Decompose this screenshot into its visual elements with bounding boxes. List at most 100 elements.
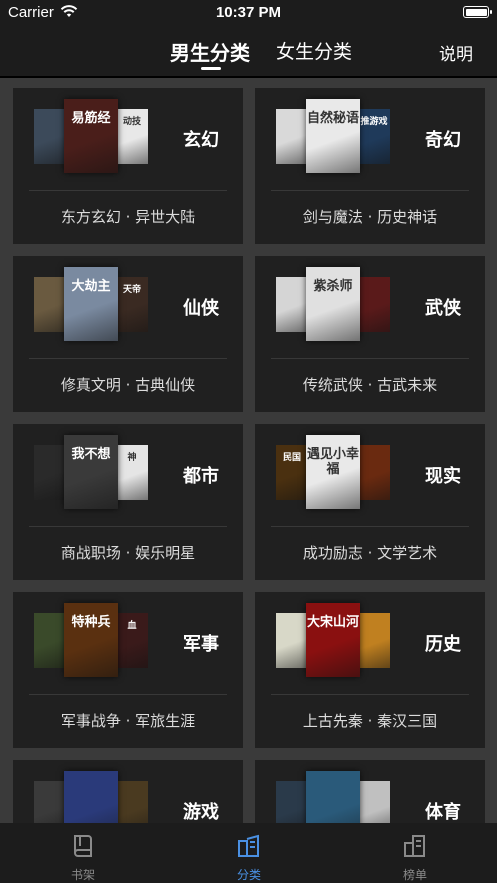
category-card[interactable]: 动技 易筋经 玄幻 东方玄幻 · 异世大陆	[13, 88, 243, 244]
book-cover: 神	[116, 445, 148, 500]
book-covers: 神 我不想	[34, 435, 148, 513]
tab-male-categories[interactable]: 男生分类	[170, 37, 250, 66]
bottom-tab-bar: 书架 分类 榜单	[0, 823, 497, 883]
category-name: 都市	[183, 466, 219, 487]
category-name: 奇幻	[425, 130, 461, 151]
category-card[interactable]: 紫杀师武侠传统武侠 · 古武未来	[255, 256, 485, 412]
book-cover	[358, 445, 390, 500]
book-covers	[276, 771, 390, 823]
book-cover	[358, 277, 390, 332]
category-subtitle: 商战职场 · 娱乐明星	[60, 544, 196, 562]
book-cover: 易筋经	[64, 99, 118, 173]
tab-female-categories[interactable]: 女生分类	[276, 37, 352, 64]
category-card[interactable]: 天帝 大劫主 仙侠 修真文明 · 古典仙侠	[13, 256, 243, 412]
card-divider	[271, 358, 469, 359]
book-cover: 天帝	[116, 277, 148, 332]
book-covers: 民国 遇见小幸福	[276, 435, 390, 513]
book-cover: 特种兵	[64, 603, 118, 677]
book-cover	[358, 613, 390, 668]
category-name: 体育	[425, 802, 461, 823]
category-name: 玄幻	[183, 130, 219, 151]
card-divider	[271, 694, 469, 695]
book-cover	[64, 771, 118, 823]
book-cover-title: 民国	[282, 453, 301, 463]
tab-bookshelf[interactable]: 书架	[0, 823, 166, 883]
category-subtitle: 修真文明 · 古典仙侠	[60, 376, 196, 394]
category-subtitle: 东方玄幻 · 异世大陆	[60, 208, 196, 226]
card-divider	[29, 526, 227, 527]
card-divider	[271, 526, 469, 527]
status-bar: Carrier 10:37 PM	[0, 0, 497, 26]
book-cover: 大劫主	[64, 267, 118, 341]
tab-category-label: 分类	[236, 868, 261, 882]
category-icon	[238, 834, 259, 857]
category-card[interactable]: 大宋山河 历史 上古先秦 · 秦汉三国	[255, 592, 485, 748]
tab-category[interactable]: 分类	[166, 823, 332, 883]
bookshelf-icon	[74, 835, 92, 857]
book-cover	[34, 109, 66, 164]
book-cover	[34, 781, 66, 823]
category-subtitle: 传统武侠 · 古武未来	[302, 376, 438, 394]
book-cover	[116, 781, 148, 823]
book-cover: 推游戏	[358, 109, 390, 164]
category-name: 现实	[425, 466, 461, 487]
battery-icon	[463, 6, 492, 18]
book-cover: 民国	[276, 445, 308, 500]
category-subtitle: 军事战争 · 军旅生涯	[60, 712, 196, 730]
book-cover: 动技	[116, 109, 148, 164]
book-cover	[276, 277, 308, 332]
book-cover	[358, 781, 390, 823]
clock: 10:37 PM	[215, 4, 282, 21]
tab-ranking-label: 榜单	[402, 868, 427, 882]
book-cover-title: 特种兵	[71, 615, 111, 630]
category-name: 游戏	[183, 802, 219, 823]
category-card[interactable]: 民国 遇见小幸福 现实 成功励志 · 文学艺术	[255, 424, 485, 580]
category-card[interactable]: 推游戏 自然秘语奇幻剑与魔法 · 历史神话	[255, 88, 485, 244]
category-card[interactable]: 血 特种兵 军事 军事战争 · 军旅生涯	[13, 592, 243, 748]
help-button[interactable]: 说明	[439, 40, 473, 65]
book-cover-title: 神	[127, 453, 137, 463]
book-cover	[34, 445, 66, 500]
tab-ranking[interactable]: 榜单	[332, 823, 497, 883]
book-cover-title: 遇见小幸福	[306, 447, 359, 477]
category-name: 武侠	[425, 298, 461, 319]
card-divider	[29, 358, 227, 359]
card-divider	[271, 190, 469, 191]
book-cover	[276, 109, 308, 164]
category-subtitle: 成功励志 · 文学艺术	[302, 544, 438, 562]
book-covers: 大宋山河	[276, 603, 390, 681]
book-covers	[34, 771, 148, 823]
book-cover: 遇见小幸福	[306, 435, 360, 509]
book-cover-title: 自然秘语	[306, 111, 359, 126]
card-divider	[29, 694, 227, 695]
nav-bar: 男生分类 女生分类 说明	[0, 26, 497, 76]
category-card[interactable]: 体育	[255, 760, 485, 823]
book-cover	[276, 781, 308, 823]
category-card[interactable]: 神 我不想 都市 商战职场 · 娱乐明星	[13, 424, 243, 580]
book-covers: 紫杀师	[276, 267, 390, 345]
book-covers: 天帝 大劫主	[34, 267, 148, 345]
book-cover: 大宋山河	[306, 603, 360, 677]
book-cover-title: 动技	[122, 117, 141, 127]
book-cover	[276, 613, 308, 668]
book-cover-title: 大宋山河	[306, 615, 359, 630]
category-subtitle: 剑与魔法 · 历史神话	[302, 208, 438, 226]
ranking-icon	[404, 835, 425, 857]
tab-bookshelf-label: 书架	[70, 868, 95, 882]
book-cover-title: 血	[127, 621, 137, 631]
category-grid[interactable]: 动技 易筋经玄幻东方玄幻 · 异世大陆 推游戏 自然秘语奇幻剑与魔法 · 历史神话天帝…	[0, 78, 497, 823]
book-cover: 自然秘语	[306, 99, 360, 173]
book-cover-title: 紫杀师	[313, 279, 353, 294]
book-cover-title: 天帝	[122, 285, 141, 295]
card-divider	[29, 190, 227, 191]
book-cover: 紫杀师	[306, 267, 360, 341]
category-subtitle: 上古先秦 · 秦汉三国	[302, 712, 438, 730]
book-covers: 动技 易筋经	[34, 99, 148, 177]
book-cover	[34, 277, 66, 332]
book-cover-title: 推游戏	[360, 117, 388, 127]
book-cover-title: 我不想	[71, 447, 111, 462]
book-cover	[34, 613, 66, 668]
book-cover: 血	[116, 613, 148, 668]
category-card[interactable]: 游戏	[13, 760, 243, 823]
book-cover-title: 易筋经	[71, 111, 111, 126]
